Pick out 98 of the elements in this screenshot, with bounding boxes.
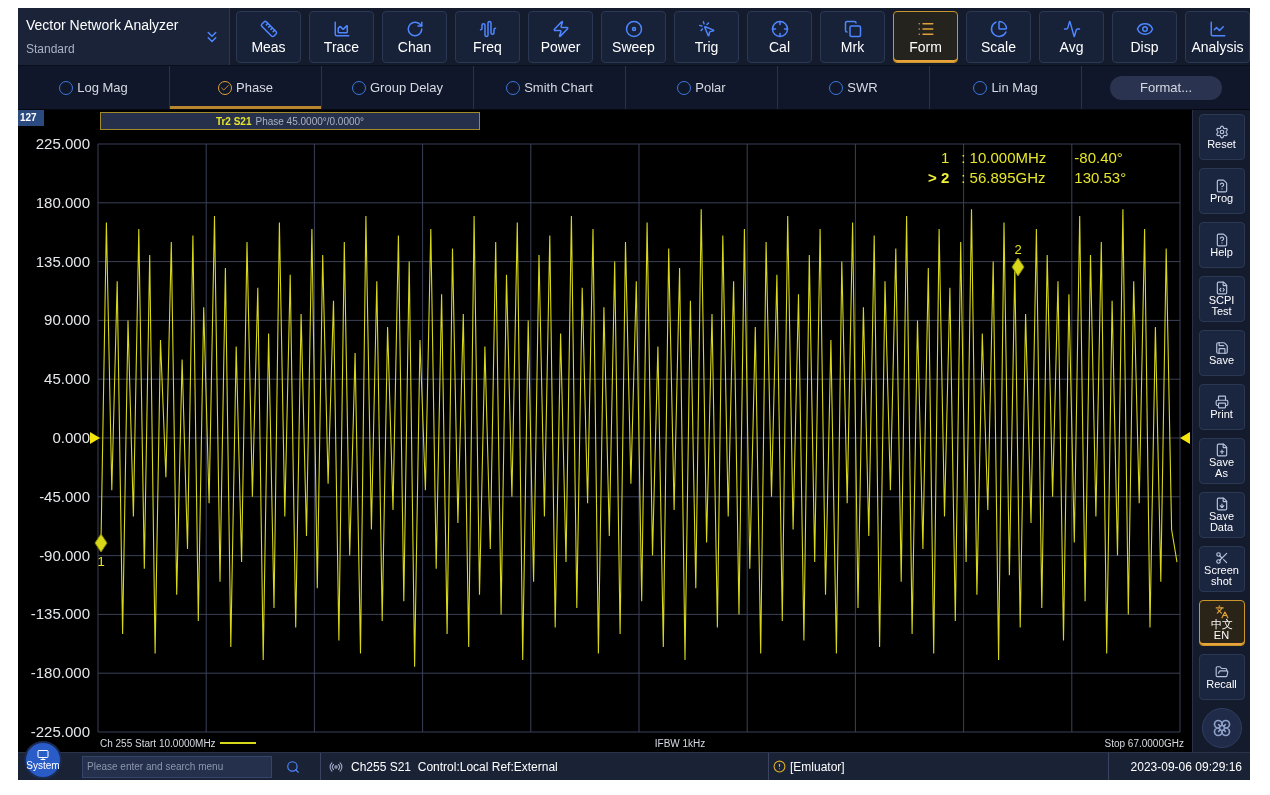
warning-icon	[773, 760, 786, 773]
side-button[interactable]: Recall	[1198, 654, 1245, 700]
y-axis-label: -135.000	[30, 605, 90, 623]
marker-value: 130.53°	[1073, 167, 1127, 188]
reference-arrow	[1180, 431, 1190, 444]
ifbw-label: IFBW 1kHz	[654, 736, 706, 751]
pointer-icon	[697, 19, 716, 38]
printer-icon	[1214, 394, 1229, 409]
format-option[interactable]: Group Delay	[322, 66, 474, 109]
annotation: 2	[1014, 241, 1022, 257]
rotate-icon	[405, 19, 424, 38]
app-title-panel[interactable]: Vector Network Analyzer Standard	[18, 8, 230, 65]
marker-value: -80.40°	[1073, 147, 1124, 168]
marker-number: 1	[939, 147, 950, 168]
side-button[interactable]: Save Data	[1198, 492, 1245, 538]
flower-icon	[1211, 718, 1232, 738]
reference-arrow	[90, 431, 100, 444]
trace-format: Phase 45.0000°/0.0000°	[255, 114, 365, 129]
trace-title-bar[interactable]: Tr2 S21 Phase 45.0000°/0.0000°	[100, 112, 480, 130]
y-axis-label: 90.000	[44, 311, 90, 329]
monitor-icon	[37, 749, 49, 761]
language-icon	[1214, 605, 1229, 619]
marker-frequency: : 56.895GHz	[961, 167, 1047, 188]
format-button[interactable]: Format...	[1110, 75, 1222, 100]
side-button[interactable]: Print	[1198, 384, 1245, 430]
app-subtitle: Standard	[26, 41, 76, 58]
device-status: [Emluator]	[790, 758, 845, 776]
line-chart-icon	[1208, 19, 1227, 38]
marker-frequency: : 10.000MHz	[961, 147, 1047, 168]
y-axis-label: 135.000	[35, 252, 90, 270]
format-option[interactable]: Log Mag	[18, 66, 170, 109]
side-button[interactable]: Help	[1198, 222, 1245, 268]
side-button[interactable]: Screen shot	[1198, 546, 1245, 592]
side-button[interactable]: Save	[1198, 330, 1245, 376]
waveform-icon	[478, 19, 497, 38]
toolbar-button[interactable]: Power	[528, 10, 593, 63]
disc-icon	[624, 19, 643, 38]
signal-icon	[329, 759, 343, 774]
trace-chart-icon	[332, 19, 351, 38]
ruler-icon	[259, 19, 278, 38]
y-axis-label: 0.000	[52, 428, 90, 446]
side-button[interactable]: 中文 EN	[1198, 600, 1245, 646]
channel-status: Ch255 S21 Control:Local Ref:External	[351, 758, 558, 776]
crosshair-icon	[770, 19, 789, 38]
y-axis-label: 45.000	[44, 369, 90, 387]
toolbar-button[interactable]: Cal	[747, 10, 812, 63]
start-frequency: Ch 255 Start 10.0000MHz	[100, 736, 216, 751]
toolbar-button[interactable]: Trig	[674, 10, 739, 63]
side-button[interactable]: SCPI Test	[1198, 276, 1245, 322]
y-axis-label: 225.000	[35, 134, 90, 152]
help-file-icon	[1214, 178, 1229, 193]
y-axis-label: -225.000	[30, 722, 90, 740]
side-button[interactable]: Save As	[1198, 438, 1245, 484]
search-icon[interactable]	[286, 759, 300, 774]
side-button[interactable]: Reset	[1198, 114, 1245, 160]
toolbar-button[interactable]: Scale	[966, 10, 1031, 63]
code-file-icon	[1214, 281, 1229, 295]
y-axis-label: 180.000	[35, 193, 90, 211]
toolbar-button[interactable]: Disp	[1112, 10, 1177, 63]
toolbar-button[interactable]: Freq	[455, 10, 520, 63]
search-field[interactable]: Please enter and search menu	[82, 755, 272, 778]
scissors-icon	[1214, 551, 1229, 565]
lightning-icon	[551, 19, 570, 38]
app-title: Vector Network Analyzer	[26, 16, 179, 35]
help-file-icon	[1214, 232, 1229, 247]
trace-name: Tr2 S21	[215, 114, 252, 129]
toolbar-button[interactable]: Form	[893, 10, 958, 63]
y-axis-label: -180.000	[30, 663, 90, 681]
pie-chart-icon	[989, 19, 1008, 38]
menu-button[interactable]	[1201, 708, 1242, 748]
format-option[interactable]: SWR	[778, 66, 930, 109]
save-icon	[1214, 340, 1229, 355]
marker-number: > 2	[928, 167, 950, 188]
format-option[interactable]: Polar	[626, 66, 778, 109]
folder-icon	[1214, 664, 1229, 679]
pulse-icon	[1062, 19, 1081, 38]
file-plus-icon	[1214, 443, 1229, 457]
side-button[interactable]: Prog	[1198, 168, 1245, 214]
date-time: 2023-09-06 09:29:16	[1130, 758, 1242, 776]
trace-legend-line	[219, 742, 256, 745]
toolbar-button[interactable]: Mrk	[820, 10, 885, 63]
copy-icon	[843, 19, 862, 38]
format-option[interactable]: Phase	[170, 66, 322, 109]
toolbar-button[interactable]: Meas	[236, 10, 301, 63]
format-option[interactable]: Lin Mag	[930, 66, 1082, 109]
format-option[interactable]: Smith Chart	[474, 66, 626, 109]
gear-icon	[1214, 124, 1229, 139]
channel-number-badge: 127	[18, 110, 44, 126]
stop-frequency: Stop 67.0000GHz	[1104, 736, 1184, 751]
file-download-icon	[1214, 497, 1229, 511]
toolbar-button[interactable]: Avg	[1039, 10, 1104, 63]
toolbar-button[interactable]: Sweep	[601, 10, 666, 63]
y-axis-label: -45.000	[39, 487, 90, 505]
toolbar-button[interactable]: Analysis	[1185, 10, 1250, 63]
annotation: 1	[97, 553, 105, 569]
toolbar-button[interactable]: Trace	[309, 10, 374, 63]
toolbar-button[interactable]: Chan	[382, 10, 447, 63]
y-axis-label: -90.000	[39, 546, 90, 564]
